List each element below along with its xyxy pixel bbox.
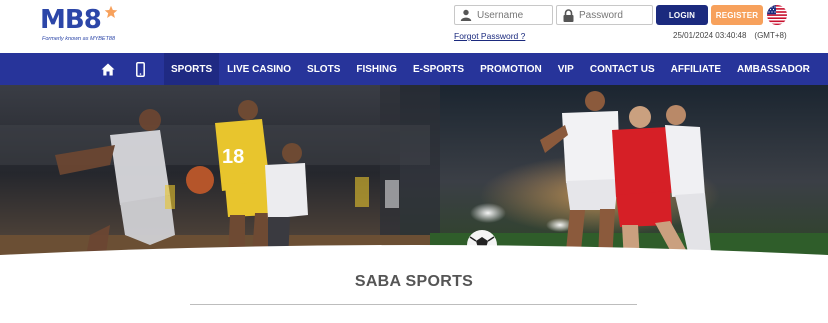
user-icon xyxy=(455,6,477,24)
nav-item-vip[interactable]: VIP xyxy=(550,53,582,85)
top-header: MB8 Formerly known as MYBET88 LOGIN REGI… xyxy=(0,0,828,53)
password-field[interactable] xyxy=(556,5,653,25)
main-nav: SPORTS LIVE CASINO SLOTS FISHING E-SPORT… xyxy=(0,53,828,85)
logo-text: MB8 xyxy=(40,5,102,35)
jersey-number: 18 xyxy=(222,146,244,168)
nav-item-contact-us[interactable]: CONTACT US xyxy=(582,53,663,85)
nav-item-promotion[interactable]: PROMOTION xyxy=(472,53,550,85)
lock-icon xyxy=(557,6,579,24)
login-button[interactable]: LOGIN xyxy=(656,5,708,25)
home-icon[interactable] xyxy=(96,53,120,85)
username-input[interactable] xyxy=(477,9,547,21)
nav-item-ambassador[interactable]: AMBASSADOR xyxy=(729,53,818,85)
register-button[interactable]: REGISTER xyxy=(711,5,763,25)
nav-item-sports[interactable]: SPORTS xyxy=(164,53,220,85)
forgot-password-link[interactable]: Forgot Password ? xyxy=(454,31,525,41)
section-divider xyxy=(190,304,637,305)
brand-logo[interactable]: MB8 Formerly known as MYBET88 xyxy=(40,5,130,47)
banner-image: 18 xyxy=(0,85,828,261)
mobile-icon[interactable] xyxy=(128,53,152,85)
server-clock: 25/01/2024 03:40:48 (GMT+8) xyxy=(673,31,787,40)
section-title: SABA SPORTS xyxy=(354,273,474,290)
nav-item-slots[interactable]: SLOTS xyxy=(299,53,348,85)
us-flag-icon[interactable] xyxy=(767,5,787,25)
clock-timezone: (GMT+8) xyxy=(754,31,787,40)
nav-item-affiliate[interactable]: AFFILIATE xyxy=(663,53,729,85)
sports-banner[interactable]: 18 xyxy=(0,85,828,261)
nav-item-live-casino[interactable]: LIVE CASINO xyxy=(219,53,299,85)
nav-item-esports[interactable]: E-SPORTS xyxy=(405,53,472,85)
username-field[interactable] xyxy=(454,5,553,25)
password-input[interactable] xyxy=(579,9,649,21)
nav-item-fishing[interactable]: FISHING xyxy=(348,53,405,85)
star-icon xyxy=(104,5,118,18)
clock-datetime: 25/01/2024 03:40:48 xyxy=(673,31,747,40)
logo-tagline: Formerly known as MYBET88 xyxy=(42,36,116,42)
